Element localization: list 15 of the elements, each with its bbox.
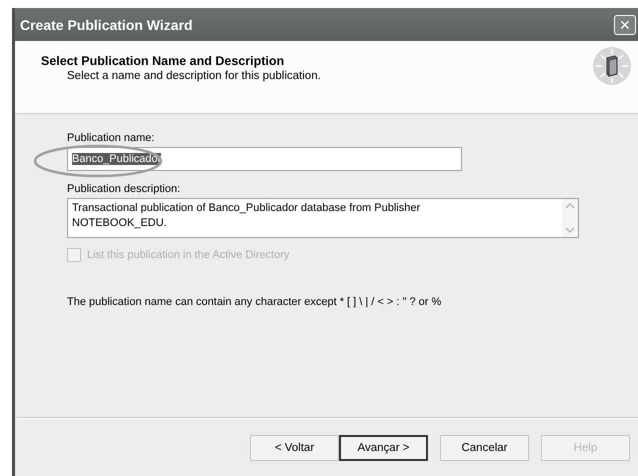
note-text: The publication name can contain any character except * [ ] \ | / < > : " ? or % bbox=[67, 296, 442, 308]
book-icon bbox=[592, 46, 632, 86]
field-label: Publication description: bbox=[67, 183, 180, 195]
name-field[interactable]: Banco_Publicador bbox=[67, 147, 462, 171]
field-value: Banco_Publicador bbox=[72, 153, 162, 165]
close-button[interactable]: ✕ bbox=[614, 14, 636, 34]
description-field[interactable]: Transactional publication of Banco_Publicador database from Publisher NOTEBOOK_EDU. bbox=[67, 198, 579, 238]
wizard-button[interactable]: Avançar > bbox=[339, 434, 428, 460]
field-value: Transactional publication of Banco_Publicador database from Publisher NOTEBOOK_EDU. bbox=[71, 201, 422, 231]
wizard-button[interactable]: < Voltar bbox=[250, 434, 339, 460]
page-title: Select Publication Name and Description bbox=[41, 54, 286, 68]
wizard-button[interactable]: Cancelar bbox=[440, 434, 529, 460]
field-label: Publication name: bbox=[67, 132, 154, 144]
window-title: Create Publication Wizard bbox=[20, 16, 193, 32]
page-subtitle: Select a name and description for this publication. bbox=[67, 70, 321, 82]
